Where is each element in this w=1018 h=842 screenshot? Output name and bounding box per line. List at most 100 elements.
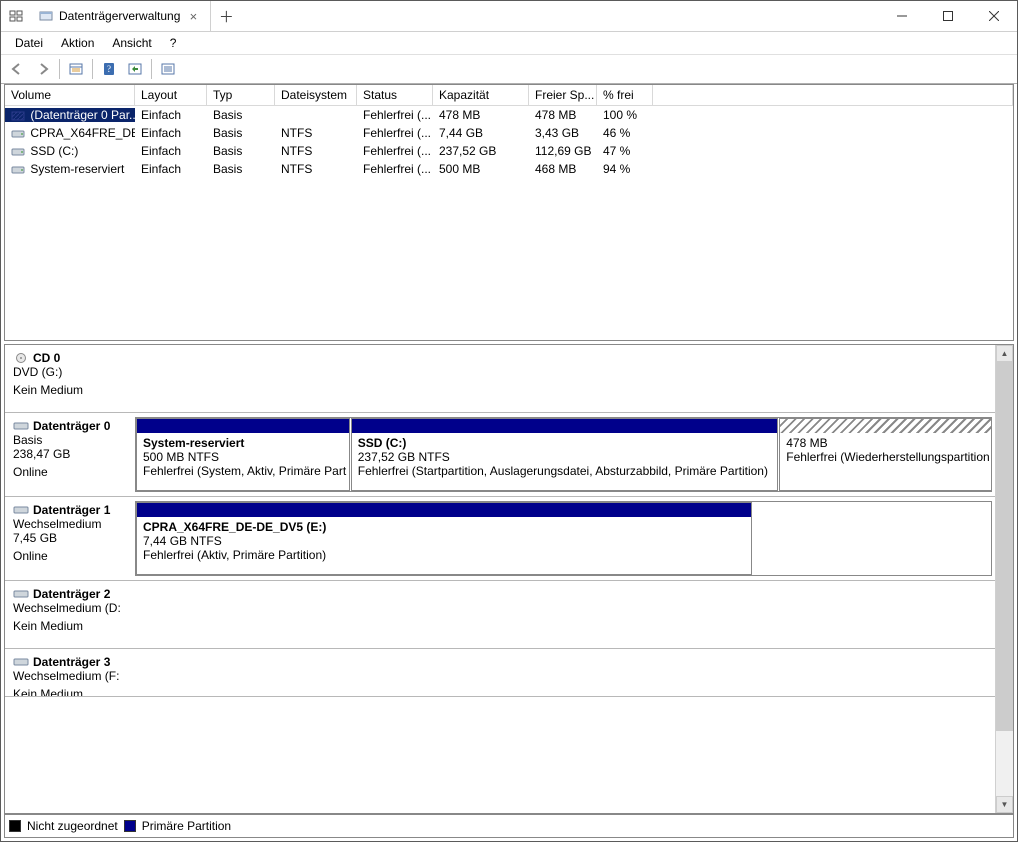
help-button[interactable]: ? (97, 57, 121, 81)
content-area: VolumeLayoutTypDateisystemStatusKapazitä… (1, 84, 1017, 841)
cell-cap: 237,52 GB (433, 144, 529, 158)
partition[interactable]: SSD (C:)237,52 GB NTFSFehlerfrei (Startp… (351, 418, 779, 491)
partition[interactable]: CPRA_X64FRE_DE-DE_DV5 (E:)7,44 GB NTFSFe… (136, 502, 752, 575)
disk-subline: Kein Medium (13, 383, 133, 397)
disk-row-disk3[interactable]: Datenträger 3Wechselmedium (F:Kein Mediu… (5, 649, 996, 697)
cell-cap: 478 MB (433, 108, 529, 122)
titlebar: Datenträgerverwaltung × ＋ (1, 1, 1017, 32)
column-header-cap[interactable]: Kapazität (433, 85, 529, 105)
disk-subline: Kein Medium (13, 687, 133, 697)
cell-fs: NTFS (275, 126, 357, 140)
partition-body: System-reserviert500 MB NTFSFehlerfrei (… (137, 433, 349, 490)
disk-row-cd0[interactable]: CD 0DVD (G:)Kein Medium (5, 345, 996, 413)
column-header-free[interactable]: Freier Sp... (529, 85, 597, 105)
cell-status: Fehlerfrei (... (357, 144, 433, 158)
cell-status: Fehlerfrei (... (357, 126, 433, 140)
partition[interactable]: 478 MBFehlerfrei (Wiederherstellungspart… (779, 418, 992, 491)
volume-row[interactable]: SSD (C:)EinfachBasisNTFSFehlerfrei (...2… (5, 142, 1013, 160)
drive-icon (11, 128, 25, 140)
volume-recovery-icon (11, 110, 25, 122)
partition-size: 500 MB NTFS (143, 450, 343, 464)
menu-action[interactable]: Aktion (53, 34, 102, 52)
column-header-pct[interactable]: % frei (597, 85, 653, 105)
partition-status: Fehlerfrei (Aktiv, Primäre Partition) (143, 548, 745, 562)
volume-row[interactable]: System-reserviertEinfachBasisNTFSFehlerf… (5, 160, 1013, 178)
disk-row-disk1[interactable]: Datenträger 1Wechselmedium7,45 GBOnlineC… (5, 497, 996, 581)
cell-pct: 100 % (597, 108, 653, 122)
column-header-status[interactable]: Status (357, 85, 433, 105)
column-header-volume[interactable]: Volume (5, 85, 135, 105)
disk-partitions: System-reserviert500 MB NTFSFehlerfrei (… (135, 417, 992, 492)
task-view-icon[interactable] (1, 1, 31, 31)
cell-fs: NTFS (275, 162, 357, 176)
scroll-down-button[interactable]: ▼ (996, 796, 1013, 813)
toolbar: ? (1, 54, 1017, 84)
disk-label: Datenträger 3Wechselmedium (F:Kein Mediu… (9, 653, 135, 692)
close-window-button[interactable] (971, 1, 1017, 31)
volume-row[interactable]: (Datenträger 0 Par...EinfachBasisFehlerf… (5, 106, 1013, 124)
back-button[interactable] (5, 57, 29, 81)
disk-title: Datenträger 1 (33, 503, 110, 517)
cell-volume: CPRA_X64FRE_DE-... (5, 126, 135, 140)
minimize-button[interactable] (879, 1, 925, 31)
hdd-icon (13, 657, 29, 667)
hdd-icon (13, 589, 29, 599)
cell-volume: (Datenträger 0 Par... (5, 108, 135, 122)
refresh-button[interactable] (123, 57, 147, 81)
cell-layout: Einfach (135, 108, 207, 122)
close-tab-icon[interactable]: × (186, 9, 200, 23)
column-header-layout[interactable]: Layout (135, 85, 207, 105)
partition-title: System-reserviert (143, 436, 343, 450)
scroll-thumb[interactable] (996, 362, 1013, 731)
partition-color-bar (780, 419, 992, 433)
volume-row[interactable]: CPRA_X64FRE_DE-...EinfachBasisNTFSFehler… (5, 124, 1013, 142)
partition[interactable]: System-reserviert500 MB NTFSFehlerfrei (… (136, 418, 350, 491)
disk-subline: DVD (G:) (13, 365, 133, 379)
forward-button[interactable] (31, 57, 55, 81)
volume-body[interactable]: (Datenträger 0 Par...EinfachBasisFehlerf… (5, 106, 1013, 178)
tab-disk-management[interactable]: Datenträgerverwaltung × (31, 1, 211, 31)
partition-size: 237,52 GB NTFS (358, 450, 772, 464)
cell-free: 468 MB (529, 162, 597, 176)
partition-title: CPRA_X64FRE_DE-DE_DV5 (E:) (143, 520, 745, 534)
disk-row-disk2[interactable]: Datenträger 2Wechselmedium (D:Kein Mediu… (5, 581, 996, 649)
cell-pct: 94 % (597, 162, 653, 176)
drive-icon (11, 164, 25, 176)
column-header-fs[interactable]: Dateisystem (275, 85, 357, 105)
cell-type: Basis (207, 126, 275, 140)
partition-status: Fehlerfrei (Wiederherstellungspartition (786, 450, 986, 464)
cell-volume: System-reserviert (5, 162, 135, 176)
properties-button[interactable] (64, 57, 88, 81)
list-view-button[interactable] (156, 57, 180, 81)
menu-file[interactable]: Datei (7, 34, 51, 52)
disk-title: Datenträger 0 (33, 419, 110, 433)
disk-subline: 238,47 GB (13, 447, 133, 461)
volume-header-row: VolumeLayoutTypDateisystemStatusKapazitä… (5, 85, 1013, 106)
menu-view[interactable]: Ansicht (104, 34, 159, 52)
app-window: Datenträgerverwaltung × ＋ Datei Aktion A… (0, 0, 1018, 842)
disk-label: CD 0DVD (G:)Kein Medium (9, 349, 135, 408)
legend-swatch-primary (124, 820, 136, 832)
cell-cap: 500 MB (433, 162, 529, 176)
cell-layout: Einfach (135, 162, 207, 176)
partition-status: Fehlerfrei (System, Aktiv, Primäre Part (143, 464, 343, 478)
disk-row-disk0[interactable]: Datenträger 0Basis238,47 GBOnlineSystem-… (5, 413, 996, 497)
cell-cap: 7,44 GB (433, 126, 529, 140)
column-header-type[interactable]: Typ (207, 85, 275, 105)
disk-title: Datenträger 3 (33, 655, 110, 669)
disk-scrollbar[interactable]: ▲ ▼ (995, 345, 1013, 813)
disk-subline: Kein Medium (13, 619, 133, 633)
scroll-up-button[interactable]: ▲ (996, 345, 1013, 362)
cell-type: Basis (207, 144, 275, 158)
partition-status: Fehlerfrei (Startpartition, Auslagerungs… (358, 464, 772, 478)
add-tab-button[interactable]: ＋ (211, 6, 241, 27)
disk-label: Datenträger 0Basis238,47 GBOnline (9, 417, 135, 492)
cd-icon (13, 353, 29, 363)
maximize-button[interactable] (925, 1, 971, 31)
disk-subline: Wechselmedium (D: (13, 601, 133, 615)
disk-subline: 7,45 GB (13, 531, 133, 545)
partition-color-bar (137, 503, 751, 517)
partition-size: 7,44 GB NTFS (143, 534, 745, 548)
menu-help[interactable]: ? (162, 34, 185, 52)
partition-title: SSD (C:) (358, 436, 772, 450)
